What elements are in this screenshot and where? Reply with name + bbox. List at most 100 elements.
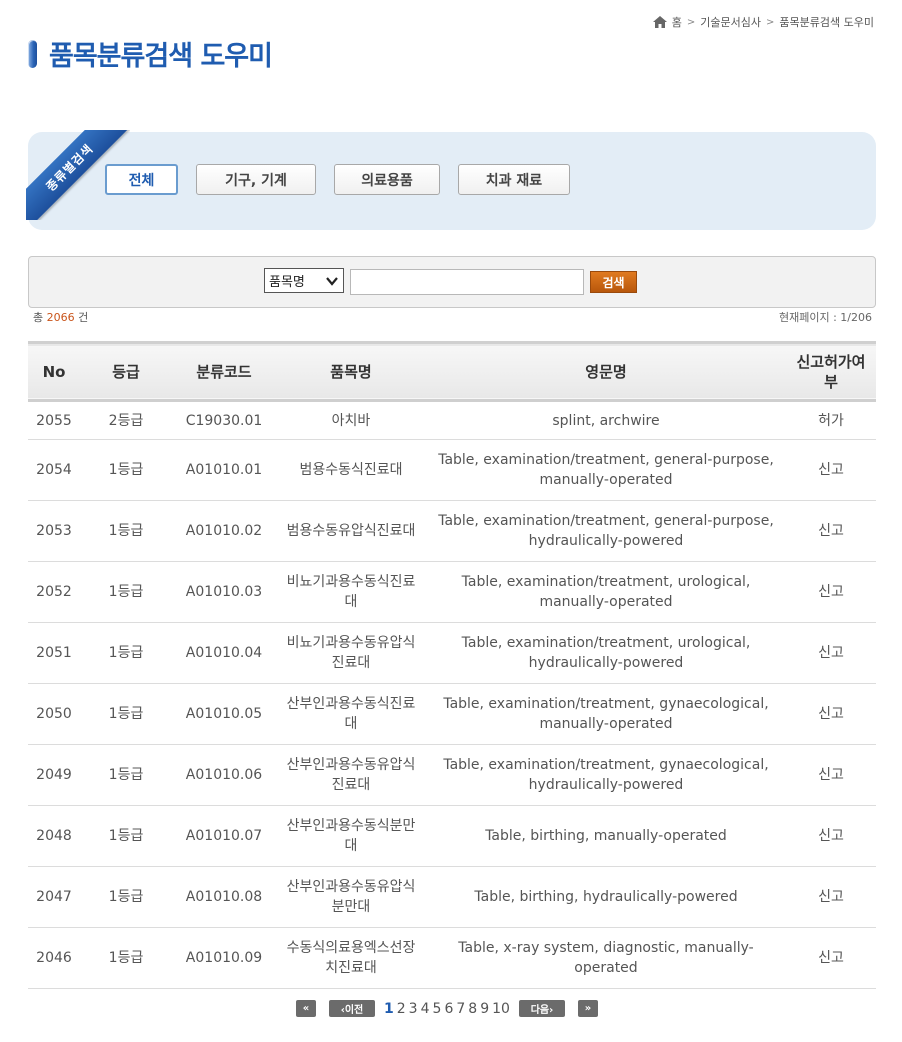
header-grade: 등급 <box>112 362 140 381</box>
cell-grade: 1등급 <box>80 561 172 623</box>
current-page-indicator: 현재페이지 : 1/206 <box>779 311 872 324</box>
header-code: 분류코드 <box>196 362 252 381</box>
cell-code: A01010.08 <box>172 866 276 928</box>
cell-no: 2048 <box>28 805 80 867</box>
ribbon-label: 종류별검색 <box>43 141 96 194</box>
page-number-link[interactable]: 1 <box>384 1001 394 1017</box>
cell-report-permit: 신고 <box>786 622 876 684</box>
cell-report-permit: 신고 <box>786 866 876 928</box>
cell-english-name: Table, birthing, hydraulically-powered <box>426 866 786 928</box>
cell-code: A01010.01 <box>172 439 276 501</box>
table-row[interactable]: 2046 1등급 A01010.09 수동식의료용엑스선장치진료대 Table, x-r… <box>28 927 876 989</box>
cell-grade: 1등급 <box>80 439 172 501</box>
cell-name[interactable]: 비뇨기과용수동식진료대 <box>276 561 426 623</box>
page-number-link[interactable]: 5 <box>433 1001 442 1017</box>
search-field-select[interactable]: 품목명 <box>264 268 344 293</box>
cell-name[interactable]: 비뇨기과용수동유압식진료대 <box>276 622 426 684</box>
cell-code: A01010.06 <box>172 744 276 806</box>
cell-code: A01010.07 <box>172 805 276 867</box>
page-number-link[interactable]: 8 <box>468 1001 477 1017</box>
cell-grade: 1등급 <box>80 866 172 928</box>
category-medical-supplies-button[interactable]: 의료용품 <box>334 164 440 195</box>
next-page-button[interactable]: 다음› <box>518 1000 565 1017</box>
total-count: 총 2066 건 <box>33 309 88 325</box>
cell-name[interactable]: 산부인과용수동유압식분만대 <box>276 866 426 928</box>
cell-name[interactable]: 산부인과용수동식진료대 <box>276 683 426 745</box>
cell-report-permit: 신고 <box>786 805 876 867</box>
table-row[interactable]: 2053 1등급 A01010.02 범용수동유압식진료대 Table, examina… <box>28 500 876 562</box>
page-number-link[interactable]: 4 <box>421 1001 430 1017</box>
cell-code: A01010.02 <box>172 500 276 562</box>
page-number-link[interactable]: 10 <box>492 1001 510 1017</box>
category-dental-materials-button[interactable]: 치과 재료 <box>458 164 570 195</box>
cell-no: 2047 <box>28 866 80 928</box>
table-header-row: No 등급 분류코드 품목명 영문명 신고허가여부 <box>28 342 876 401</box>
page-title: 품목분류검색 도우미 <box>49 41 273 72</box>
cell-report-permit: 허가 <box>786 400 876 440</box>
cell-grade: 1등급 <box>80 500 172 562</box>
cell-report-permit: 신고 <box>786 500 876 562</box>
category-devices-button[interactable]: 기구, 기계 <box>196 164 316 195</box>
cell-english-name: Table, examination/treatment, urological… <box>426 561 786 623</box>
page-numbers: 1 2 3 4 5 6 7 8 9 10 <box>384 1001 510 1017</box>
cell-no: 2055 <box>28 400 80 440</box>
cell-no: 2054 <box>28 439 80 501</box>
table-row[interactable]: 2049 1등급 A01010.06 산부인과용수동유압식진료대 Table, exam… <box>28 744 876 806</box>
cell-english-name: Table, examination/treatment, gynaecolog… <box>426 744 786 806</box>
table-row[interactable]: 2047 1등급 A01010.08 산부인과용수동유압식분만대 Table, birt… <box>28 866 876 928</box>
page-header: 품목분류검색 도우미 <box>28 34 273 73</box>
cell-grade: 1등급 <box>80 622 172 684</box>
breadcrumb-section[interactable]: 기술문서심사 <box>700 14 761 30</box>
cell-english-name: Table, examination/treatment, gynaecolog… <box>426 683 786 745</box>
table-row[interactable]: 2055 2등급 C19030.01 아치바 splint, archwire 허가 <box>28 400 876 440</box>
breadcrumb-separator: > <box>686 16 696 28</box>
breadcrumb-separator: > <box>766 16 775 28</box>
cell-code: A01010.09 <box>172 927 276 989</box>
results-table: No 등급 분류코드 품목명 영문명 신고허가여부 2055 2등급 C19030.… <box>28 341 876 989</box>
cell-english-name: Table, examination/treatment, general-pu… <box>426 500 786 562</box>
cell-code: C19030.01 <box>172 400 276 440</box>
table-row[interactable]: 2054 1등급 A01010.01 범용수동식진료대 Table, examinati… <box>28 439 876 501</box>
last-page-button[interactable]: » <box>577 1000 598 1017</box>
table-row[interactable]: 2052 1등급 A01010.03 비뇨기과용수동식진료대 Table, examin… <box>28 561 876 623</box>
page-number-link[interactable]: 2 <box>397 1001 406 1017</box>
table-row[interactable]: 2048 1등급 A01010.07 산부인과용수동식분만대 Table, birthi… <box>28 805 876 867</box>
first-page-button[interactable]: « <box>296 1000 316 1017</box>
cell-english-name: Table, examination/treatment, urological… <box>426 622 786 684</box>
table-row[interactable]: 2051 1등급 A01010.04 비뇨기과용수동유압식진료대 Table, exam… <box>28 622 876 684</box>
breadcrumb-home[interactable]: 홈 <box>672 14 682 30</box>
cell-english-name: splint, archwire <box>426 400 786 440</box>
search-button[interactable]: 검색 <box>590 271 637 293</box>
cell-english-name: Table, x-ray system, diagnostic, manuall… <box>426 927 786 989</box>
page-number-link[interactable]: 7 <box>456 1001 465 1017</box>
header-report-permit: 신고허가여부 <box>796 352 866 391</box>
cell-report-permit: 신고 <box>786 683 876 745</box>
cell-name[interactable]: 범용수동유압식진료대 <box>276 500 426 562</box>
cell-grade: 1등급 <box>80 805 172 867</box>
cell-code: A01010.04 <box>172 622 276 684</box>
cell-name[interactable]: 수동식의료용엑스선장치진료대 <box>276 927 426 989</box>
cell-english-name: Table, examination/treatment, general-pu… <box>426 439 786 501</box>
header-english-name: 영문명 <box>585 362 627 381</box>
cell-no: 2046 <box>28 927 80 989</box>
cell-report-permit: 신고 <box>786 744 876 806</box>
page-number-link[interactable]: 3 <box>409 1001 418 1017</box>
page-number-link[interactable]: 9 <box>480 1001 489 1017</box>
cell-code: A01010.03 <box>172 561 276 623</box>
home-icon[interactable] <box>652 16 667 28</box>
cell-name[interactable]: 산부인과용수동식분만대 <box>276 805 426 867</box>
breadcrumb-current: 품목분류검색 도우미 <box>779 16 874 29</box>
category-all-button[interactable]: 전체 <box>105 164 178 195</box>
search-input[interactable] <box>350 269 584 295</box>
cell-grade: 1등급 <box>80 744 172 806</box>
cell-name[interactable]: 산부인과용수동유압식진료대 <box>276 744 426 806</box>
table-row[interactable]: 2050 1등급 A01010.05 산부인과용수동식진료대 Table, examin… <box>28 683 876 745</box>
cell-name[interactable]: 범용수동식진료대 <box>276 439 426 501</box>
search-select-value: 품목명 <box>269 275 305 290</box>
cell-no: 2050 <box>28 683 80 745</box>
cell-no: 2051 <box>28 622 80 684</box>
page-number-link[interactable]: 6 <box>444 1001 453 1017</box>
cell-code: A01010.05 <box>172 683 276 745</box>
prev-page-button[interactable]: ‹이전 <box>329 1000 375 1017</box>
cell-name[interactable]: 아치바 <box>276 400 426 440</box>
